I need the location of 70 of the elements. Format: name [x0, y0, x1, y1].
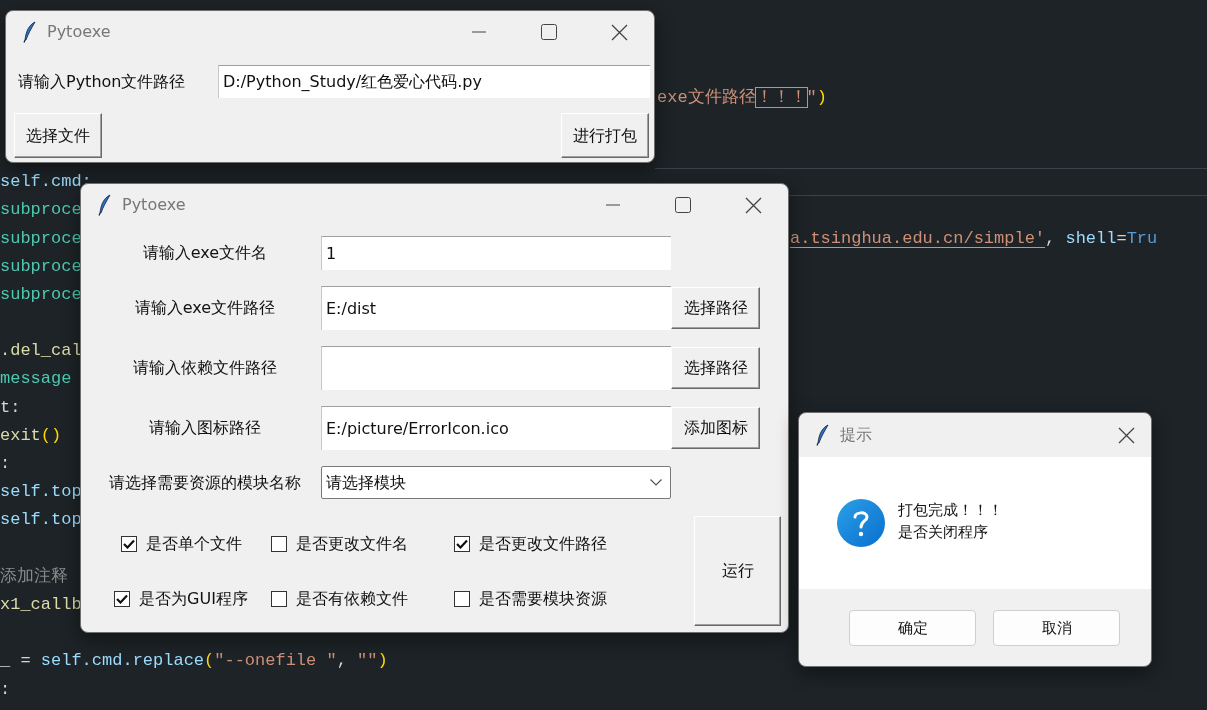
field-label: 请输入依赖文件路径	[133, 357, 277, 379]
field-label: 请输入exe文件名	[142, 242, 268, 264]
checkbox[interactable]	[454, 535, 470, 552]
checkbox[interactable]	[454, 590, 470, 607]
close-icon	[610, 23, 628, 41]
checkbox[interactable]	[120, 535, 137, 552]
dialog-message: 是否关闭程序	[898, 522, 989, 543]
input-field[interactable]: E:/picture/ErrorIcon.ico	[321, 406, 671, 450]
close-icon	[744, 196, 762, 214]
input-field[interactable]: 1	[321, 236, 671, 270]
checkbox-label: 是否为GUI程序	[139, 587, 248, 610]
checkbox[interactable]	[114, 590, 131, 607]
code-line: self.cmd:	[0, 172, 92, 192]
input-field[interactable]	[321, 346, 671, 390]
code-line: :	[0, 454, 11, 473]
code-line: 添加注释	[0, 566, 68, 586]
feather-icon	[98, 194, 112, 216]
field-label: 请输入exe文件路径	[134, 297, 276, 319]
field-label: 请输入Python文件路径	[17, 70, 187, 93]
path-input-field[interactable]: D:/Python_Study/红色爱心代码.py	[218, 65, 650, 98]
code-line: :	[0, 679, 11, 699]
minimize-icon	[606, 204, 620, 206]
input-field[interactable]: E:/dist	[321, 286, 671, 330]
code-line: exe文件路径！！！")	[657, 86, 827, 109]
feather-icon	[816, 424, 830, 446]
code-line: a.tsinghua.edu.cn/simple', shell=Tru	[790, 227, 1158, 250]
maximize-icon	[675, 197, 691, 213]
close-icon	[1117, 426, 1135, 444]
field-label: 请选择需要资源的模块名称	[109, 471, 301, 494]
select-file-button[interactable]: 选择文件	[14, 113, 102, 158]
checkbox[interactable]	[271, 590, 287, 607]
checkbox-label: 是否更改文件路径	[479, 532, 607, 555]
code-line: .del_cal	[0, 341, 82, 361]
question-icon	[837, 499, 885, 547]
module-dropdown[interactable]: 请选择模块	[321, 466, 671, 499]
cancel-button[interactable]: 取消	[993, 610, 1120, 646]
checkmark-icon	[122, 538, 135, 549]
checkbox[interactable]	[271, 535, 287, 552]
code-line: _ = self.cmd.replace("--onefile ", "")	[0, 651, 388, 671]
browse-button[interactable]: 添加图标	[671, 407, 760, 449]
code-line: t:	[0, 397, 21, 417]
window-title: Pytoexe	[122, 194, 186, 216]
code-line: self.top	[0, 482, 82, 502]
code-line: self.top	[0, 510, 82, 530]
code-line: subproce	[0, 284, 82, 304]
minimize-icon	[472, 31, 486, 33]
run-button[interactable]: 运行	[694, 516, 781, 626]
checkmark-icon	[456, 538, 468, 549]
browse-button[interactable]: 选择路径	[671, 287, 760, 329]
code-line: subproce	[0, 256, 82, 276]
code-line: exit()	[0, 425, 62, 445]
chevron-down-icon	[650, 479, 662, 486]
code-line: subproce	[0, 200, 82, 220]
checkbox-label: 是否有依赖文件	[296, 587, 408, 610]
feather-icon	[23, 21, 37, 43]
checkbox-label: 是否需要模块资源	[479, 587, 607, 610]
code-line: x1_callb	[0, 594, 82, 614]
package-button[interactable]: 进行打包	[561, 113, 649, 158]
checkbox-label: 是否更改文件名	[296, 532, 408, 555]
browse-button[interactable]: 选择路径	[671, 347, 760, 389]
maximize-icon	[541, 24, 557, 40]
field-label: 请输入图标路径	[149, 417, 261, 439]
code-line: subproce	[0, 228, 82, 248]
dialog-message: 打包完成！！！	[898, 500, 1003, 521]
confirm-button[interactable]: 确定	[849, 610, 976, 646]
window-title: Pytoexe	[47, 21, 111, 43]
checkbox-label: 是否单个文件	[145, 532, 242, 555]
checkmark-icon	[116, 593, 129, 604]
code-line: message	[0, 369, 72, 389]
window-title: 提示	[840, 424, 872, 446]
